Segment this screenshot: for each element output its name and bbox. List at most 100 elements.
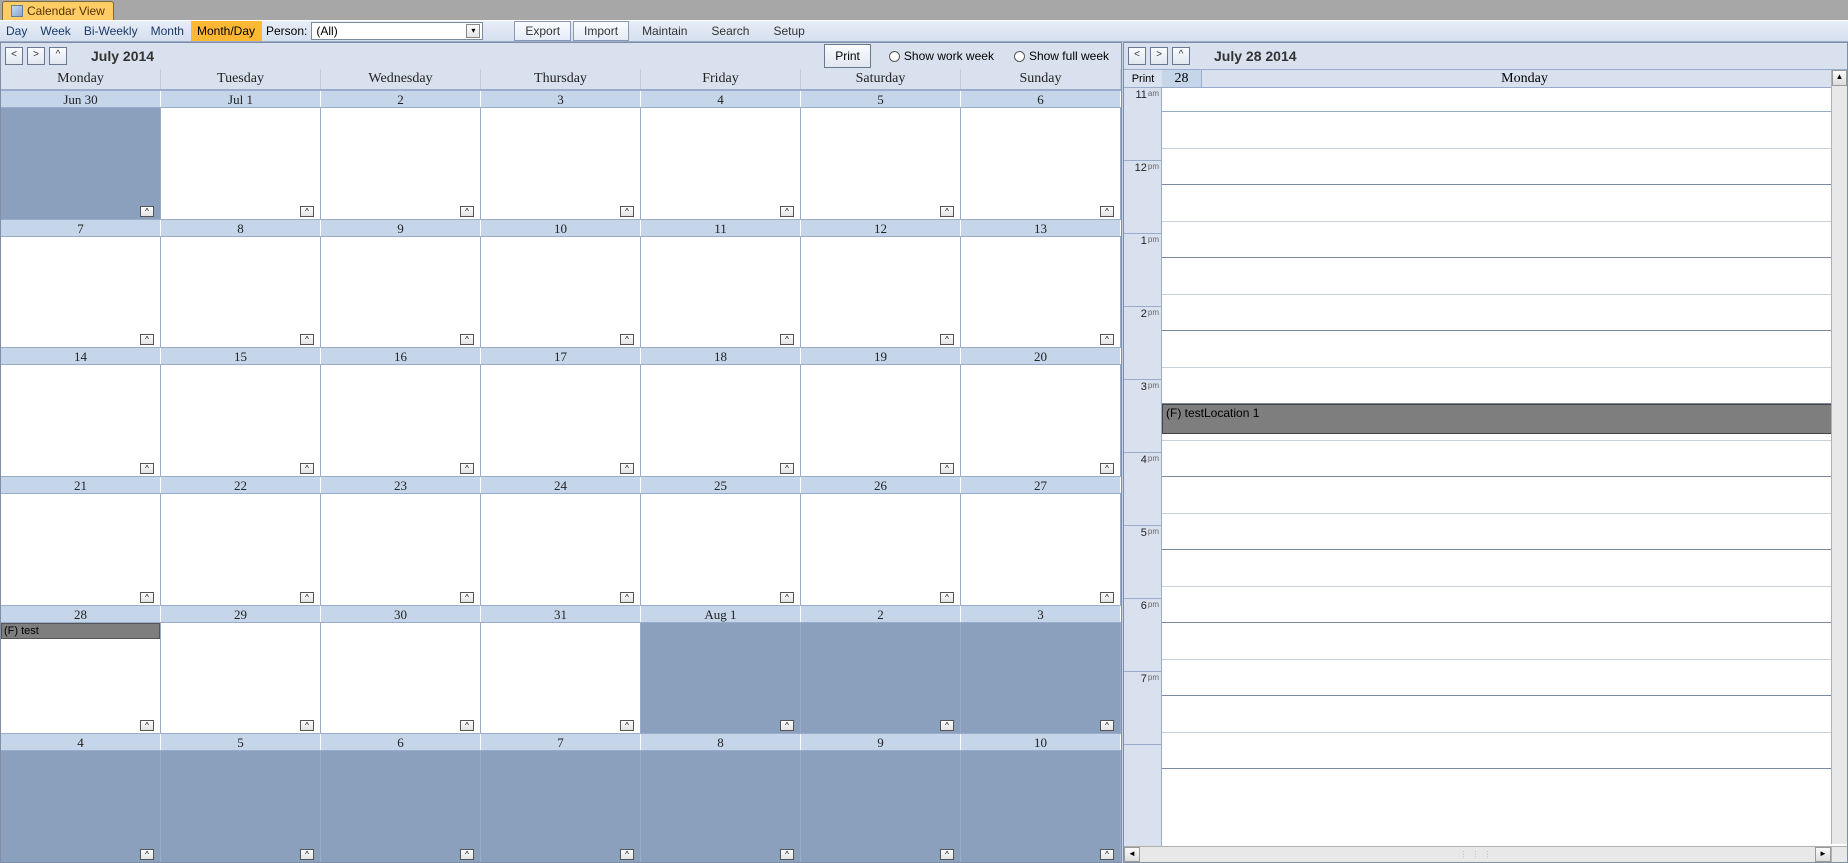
day-cell[interactable]: ^	[801, 237, 961, 348]
date-cell[interactable]: 2	[801, 606, 961, 622]
search-button[interactable]: Search	[700, 21, 760, 41]
day-cell[interactable]: ^	[321, 494, 481, 605]
date-cell[interactable]: 7	[481, 734, 641, 750]
day-cell[interactable]: ^	[641, 494, 801, 605]
date-cell[interactable]: 2	[321, 91, 481, 107]
half-hour-row[interactable]	[1162, 514, 1847, 551]
expand-cell-icon[interactable]: ^	[620, 206, 634, 217]
expand-cell-icon[interactable]: ^	[300, 334, 314, 345]
day-cell[interactable]: ^	[641, 237, 801, 348]
expand-cell-icon[interactable]: ^	[940, 206, 954, 217]
radio-work-week[interactable]: Show work week	[889, 49, 994, 63]
date-cell[interactable]: 8	[641, 734, 801, 750]
month-event[interactable]: (F) test	[1, 623, 160, 639]
day-today-button[interactable]: ^	[1172, 47, 1190, 65]
day-cell[interactable]: ^	[481, 623, 641, 734]
expand-cell-icon[interactable]: ^	[620, 334, 634, 345]
day-next-button[interactable]: >	[1150, 47, 1168, 65]
day-cell[interactable]: (F) test ^	[1, 623, 161, 734]
day-cell[interactable]: ^	[641, 751, 801, 862]
day-cell[interactable]: ^	[1, 751, 161, 862]
date-cell[interactable]: 21	[1, 477, 161, 493]
date-cell[interactable]: 19	[801, 348, 961, 364]
scroll-left-icon[interactable]: ◄	[1124, 847, 1140, 862]
expand-cell-icon[interactable]: ^	[140, 592, 154, 603]
expand-cell-icon[interactable]: ^	[140, 720, 154, 731]
date-cell[interactable]: 13	[961, 220, 1121, 236]
month-prev-button[interactable]: <	[5, 47, 23, 65]
expand-cell-icon[interactable]: ^	[940, 592, 954, 603]
day-cell[interactable]: ^	[161, 365, 321, 476]
dropdown-arrow-icon[interactable]: ▾	[466, 24, 480, 38]
date-cell[interactable]: 14	[1, 348, 161, 364]
date-cell[interactable]: 16	[321, 348, 481, 364]
expand-cell-icon[interactable]: ^	[620, 849, 634, 860]
expand-cell-icon[interactable]: ^	[460, 849, 474, 860]
day-cell[interactable]: ^	[961, 623, 1121, 734]
day-print-button[interactable]: Print	[1124, 70, 1162, 88]
day-cell[interactable]: ^	[321, 623, 481, 734]
date-cell[interactable]: 7	[1, 220, 161, 236]
expand-cell-icon[interactable]: ^	[140, 334, 154, 345]
date-cell[interactable]: 15	[161, 348, 321, 364]
day-cell[interactable]: ^	[961, 494, 1121, 605]
date-cell[interactable]: 18	[641, 348, 801, 364]
date-cell[interactable]: 10	[961, 734, 1121, 750]
half-hour-row[interactable]	[1162, 222, 1847, 259]
view-btn-monthday[interactable]: Month/Day	[191, 21, 262, 41]
date-cell[interactable]: 8	[161, 220, 321, 236]
half-hour-row[interactable]	[1162, 149, 1847, 186]
day-cell[interactable]: ^	[641, 365, 801, 476]
vertical-scrollbar[interactable]: ▲	[1831, 70, 1847, 844]
day-cell[interactable]: ^	[1, 108, 161, 219]
horizontal-scrollbar[interactable]: ◄ ⋮⋮⋮ ►	[1124, 846, 1831, 862]
expand-cell-icon[interactable]: ^	[1100, 463, 1114, 474]
expand-cell-icon[interactable]: ^	[460, 206, 474, 217]
day-prev-button[interactable]: <	[1128, 47, 1146, 65]
half-hour-row[interactable]	[1162, 331, 1847, 368]
date-cell[interactable]: 9	[801, 734, 961, 750]
view-btn-biweekly[interactable]: Bi-Weekly	[78, 21, 145, 41]
half-hour-row[interactable]	[1162, 733, 1847, 770]
expand-cell-icon[interactable]: ^	[780, 334, 794, 345]
date-cell[interactable]: 20	[961, 348, 1121, 364]
expand-cell-icon[interactable]: ^	[620, 720, 634, 731]
expand-cell-icon[interactable]: ^	[300, 592, 314, 603]
day-cell[interactable]: ^	[961, 365, 1121, 476]
date-cell[interactable]: 4	[641, 91, 801, 107]
day-cell[interactable]: ^	[481, 751, 641, 862]
person-select[interactable]: (All) ▾	[311, 22, 483, 40]
day-cell[interactable]: ^	[1, 365, 161, 476]
expand-cell-icon[interactable]: ^	[1100, 849, 1114, 860]
day-cell[interactable]: ^	[961, 237, 1121, 348]
expand-cell-icon[interactable]: ^	[780, 206, 794, 217]
half-hour-row[interactable]	[1162, 587, 1847, 624]
date-cell[interactable]: 29	[161, 606, 321, 622]
expand-cell-icon[interactable]: ^	[460, 720, 474, 731]
import-button[interactable]: Import	[573, 21, 629, 41]
day-cell[interactable]: ^	[801, 365, 961, 476]
date-cell[interactable]: 9	[321, 220, 481, 236]
expand-cell-icon[interactable]: ^	[300, 463, 314, 474]
expand-cell-icon[interactable]: ^	[940, 720, 954, 731]
expand-cell-icon[interactable]: ^	[780, 463, 794, 474]
setup-button[interactable]: Setup	[762, 21, 815, 41]
day-cell[interactable]: ^	[161, 623, 321, 734]
expand-cell-icon[interactable]: ^	[780, 849, 794, 860]
day-cell[interactable]: ^	[1, 494, 161, 605]
day-cell[interactable]: ^	[321, 751, 481, 862]
date-cell[interactable]: 5	[161, 734, 321, 750]
allday-row[interactable]	[1162, 88, 1847, 112]
expand-cell-icon[interactable]: ^	[1100, 206, 1114, 217]
day-cell[interactable]: ^	[161, 237, 321, 348]
date-cell[interactable]: 4	[1, 734, 161, 750]
day-event[interactable]: (F) testLocation 1	[1162, 404, 1835, 434]
day-cell[interactable]: ^	[801, 623, 961, 734]
day-cell[interactable]: ^	[801, 751, 961, 862]
date-cell[interactable]: 5	[801, 91, 961, 107]
day-cell[interactable]: ^	[161, 751, 321, 862]
day-date-number[interactable]: 28	[1162, 70, 1202, 87]
date-cell[interactable]: 31	[481, 606, 641, 622]
day-cell[interactable]: ^	[1, 237, 161, 348]
date-cell[interactable]: 26	[801, 477, 961, 493]
